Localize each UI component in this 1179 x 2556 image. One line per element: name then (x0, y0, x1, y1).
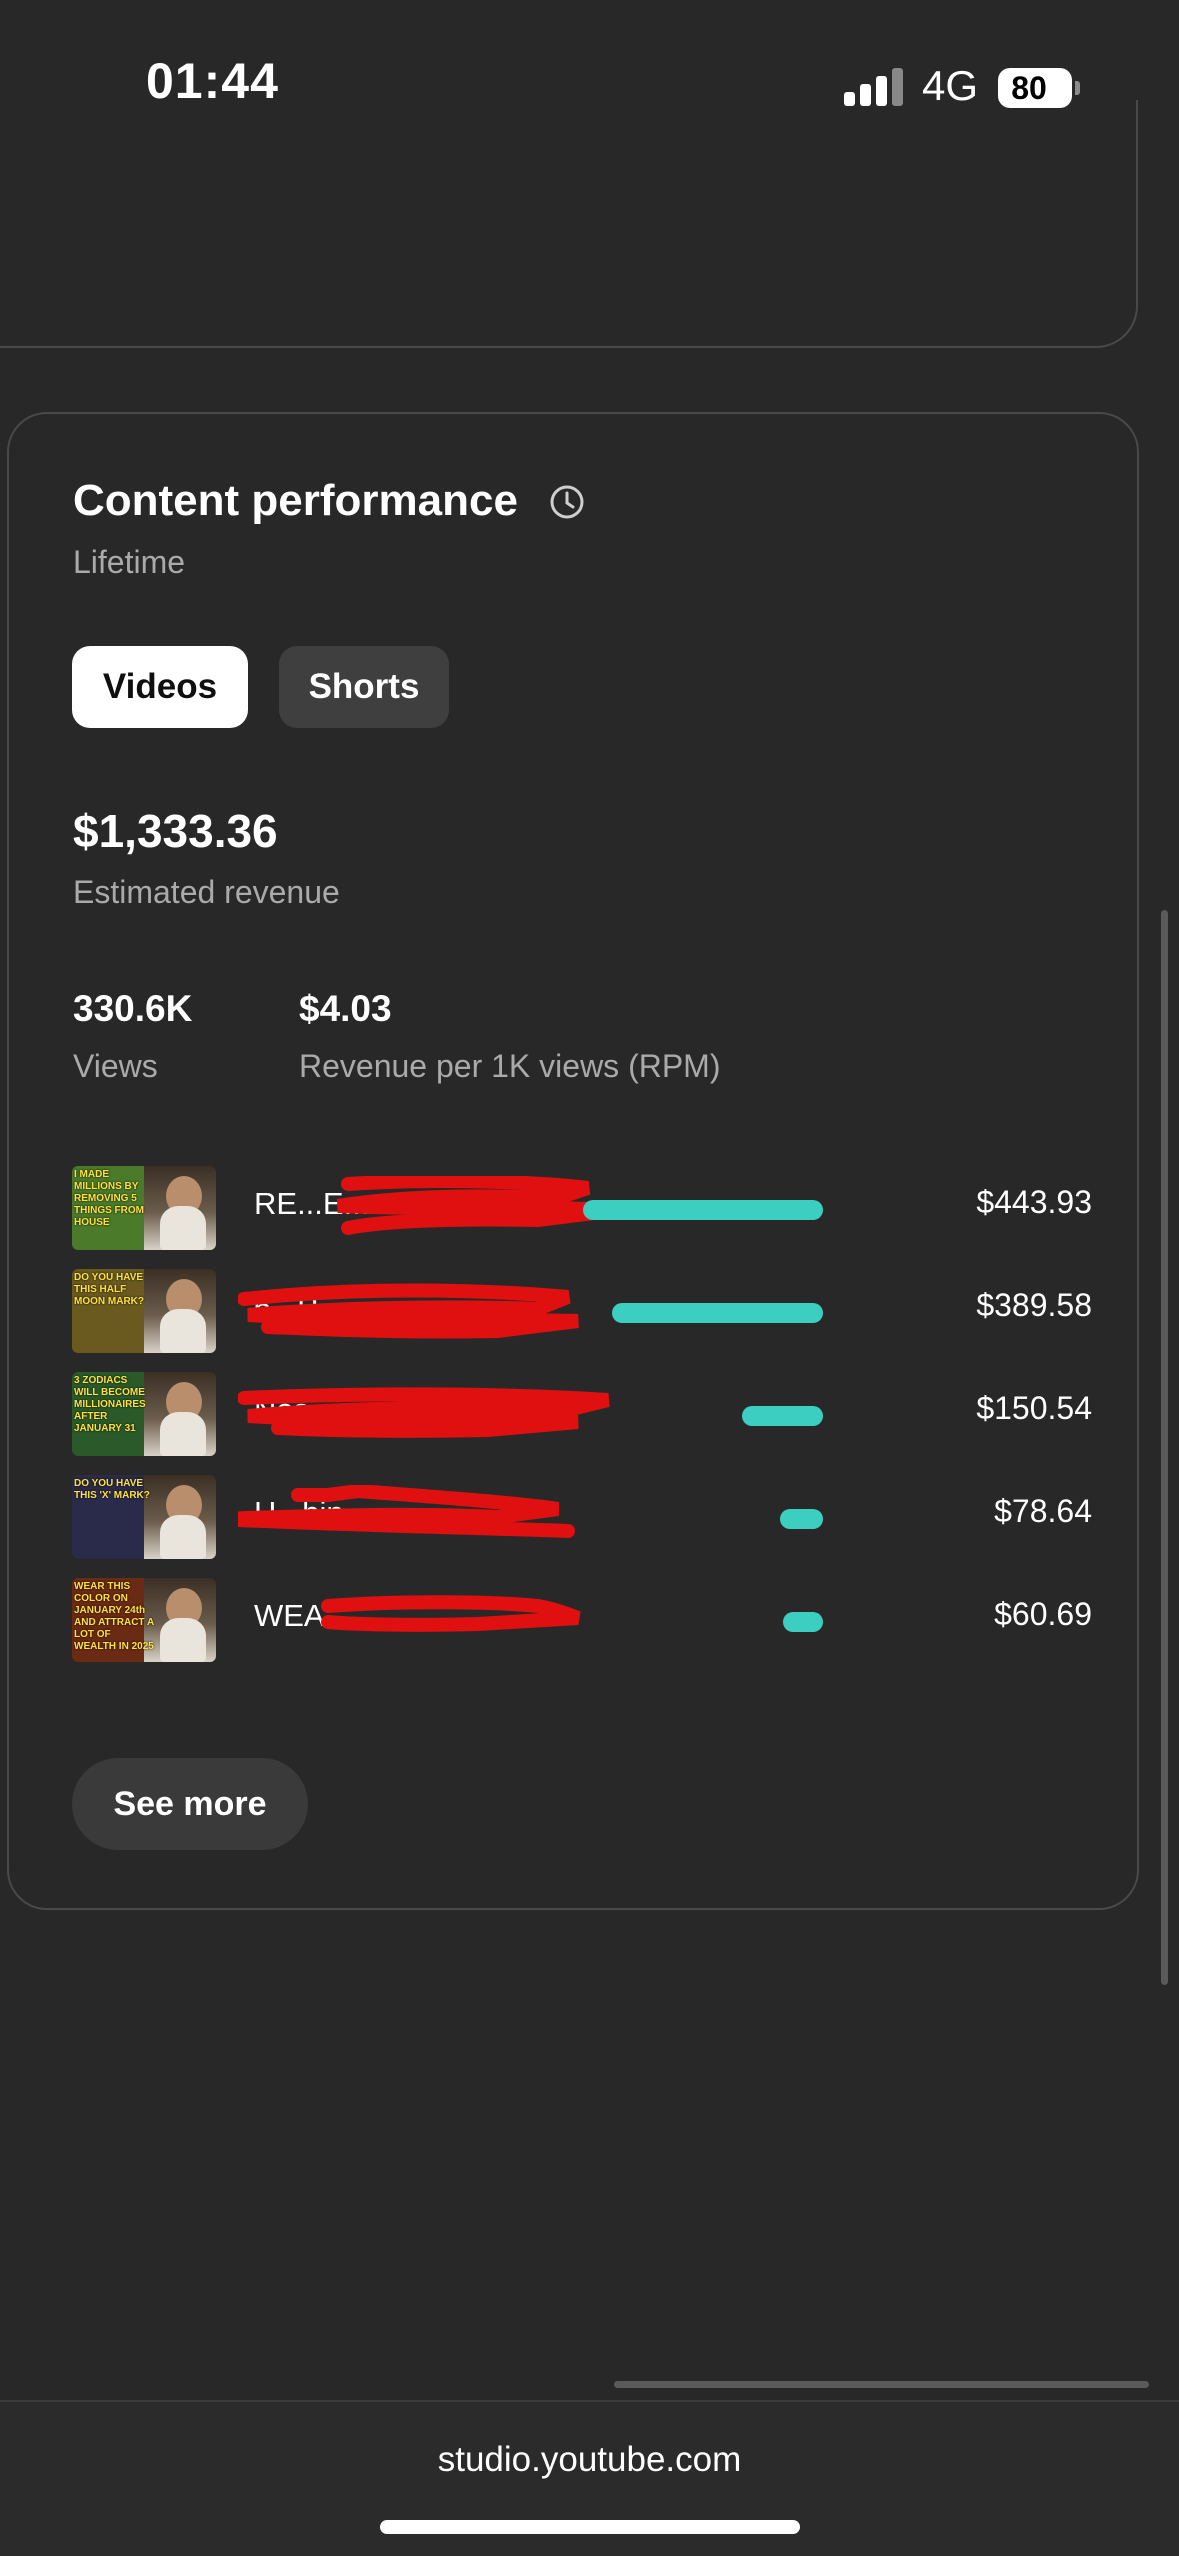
tab-shorts[interactable]: Shorts (279, 646, 449, 728)
previous-card (0, 100, 1138, 348)
video-thumbnail: I MADE MILLIONS BY REMOVING 5 THINGS FRO… (72, 1166, 216, 1250)
thumbnail-caption: I MADE MILLIONS BY REMOVING 5 THINGS FRO… (74, 1169, 144, 1228)
card-subtitle: Lifetime (73, 544, 186, 580)
video-revenue: $389.58 (976, 1287, 1092, 1323)
video-thumbnail: WEAR THIS COLOR ON JANUARY 24th AND ATTR… (72, 1578, 216, 1662)
tab-videos[interactable]: Videos (72, 646, 248, 728)
horizontal-scrollbar[interactable] (614, 2381, 1149, 2388)
video-thumbnail: DO YOU HAVE THIS HALF MOON MARK? (72, 1269, 216, 1353)
card-title: Content performance (73, 476, 518, 525)
revenue-bar (583, 1200, 823, 1220)
video-revenue: $60.69 (994, 1596, 1092, 1632)
rpm-value: $4.03 (299, 988, 392, 1029)
redaction-scribble (238, 1387, 610, 1438)
video-row[interactable]: WEAR THIS COLOR ON JANUARY 24th AND ATTR… (72, 1578, 1092, 1662)
browser-url-bar[interactable]: studio.youtube.com (0, 2400, 1179, 2556)
thumbnail-caption: DO YOU HAVE THIS HALF MOON MARK? (74, 1272, 144, 1307)
video-revenue: $78.64 (994, 1493, 1092, 1529)
redaction-scribble (238, 1283, 579, 1339)
video-row[interactable]: 3 ZODIACS WILL BECOME MILLIONAIRES AFTER… (72, 1372, 1092, 1456)
revenue-bar (612, 1303, 823, 1323)
estimated-revenue-value: $1,333.36 (73, 805, 278, 857)
vertical-scrollbar[interactable] (1161, 910, 1168, 1985)
video-row[interactable]: I MADE MILLIONS BY REMOVING 5 THINGS FRO… (72, 1166, 1092, 1250)
page: 01:44 4G 80 Content performance Lifetime… (0, 0, 1179, 2556)
see-more-button[interactable]: See more (72, 1758, 308, 1850)
rpm-label: Revenue per 1K views (RPM) (299, 1048, 721, 1084)
video-revenue: $443.93 (976, 1184, 1092, 1220)
redaction-scribble (238, 1485, 575, 1538)
home-indicator[interactable] (380, 2520, 800, 2534)
redaction-scribble (321, 1595, 581, 1632)
estimated-revenue-label: Estimated revenue (73, 874, 340, 910)
url-text[interactable]: studio.youtube.com (0, 2440, 1179, 2480)
revenue-bar (780, 1509, 823, 1529)
video-row[interactable]: DO YOU HAVE THIS HALF MOON MARK? 6...P..… (72, 1269, 1092, 1353)
video-thumbnail: 3 ZODIACS WILL BECOME MILLIONAIRES AFTER… (72, 1372, 216, 1456)
video-row[interactable]: DO YOU HAVE THIS 'X' MARK? H...bin... $7… (72, 1475, 1092, 1559)
revenue-bar (742, 1406, 823, 1426)
views-value: 330.6K (73, 988, 193, 1029)
clock-icon[interactable] (547, 482, 587, 522)
video-thumbnail: DO YOU HAVE THIS 'X' MARK? (72, 1475, 216, 1559)
revenue-bar (783, 1612, 823, 1632)
content-performance-card: Content performance Lifetime Videos Shor… (7, 412, 1139, 1910)
thumbnail-caption: WEAR THIS COLOR ON JANUARY 24th AND ATTR… (74, 1581, 154, 1652)
video-revenue: $150.54 (976, 1390, 1092, 1426)
thumbnail-caption: 3 ZODIACS WILL BECOME MILLIONAIRES AFTER… (74, 1375, 146, 1434)
views-label: Views (73, 1048, 158, 1084)
thumbnail-caption: DO YOU HAVE THIS 'X' MARK? (74, 1478, 150, 1501)
